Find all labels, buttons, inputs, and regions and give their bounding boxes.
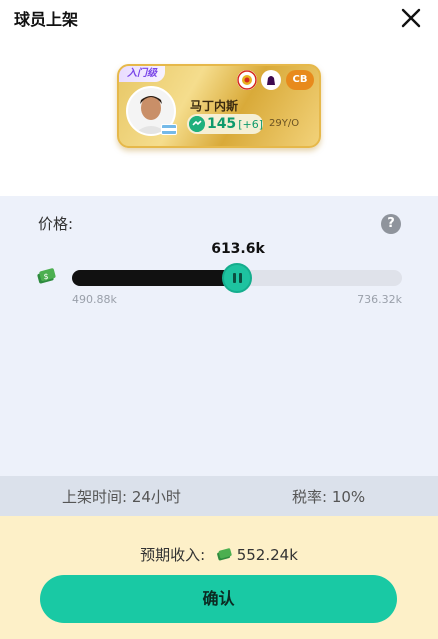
player-age: 29Y/O: [269, 118, 300, 129]
price-slider-thumb[interactable]: [222, 263, 252, 293]
price-label: 价格:: [38, 215, 74, 233]
rating-icon: [189, 116, 205, 132]
rating-delta: [+6]: [238, 117, 263, 131]
svg-text:$: $: [43, 272, 48, 281]
confirm-button[interactable]: 确认: [40, 575, 397, 623]
close-icon[interactable]: [400, 7, 422, 29]
price-slider-fill: [72, 270, 247, 286]
expected-income: 预期收入: 552.24k: [0, 544, 438, 565]
money-icon: [217, 548, 232, 561]
current-price: 613.6k: [211, 241, 265, 257]
dialog-title: 球员上架: [14, 10, 79, 29]
player-rating: 145: [206, 116, 237, 132]
club-crest-icon: [237, 70, 257, 90]
player-card: 入门级 马丁内斯 145 [+6] 29Y/O CB: [117, 64, 321, 148]
price-min: 490.88k: [72, 293, 117, 306]
bottom-section: 预期收入: 552.24k 确认: [0, 516, 438, 639]
help-icon[interactable]: ?: [381, 214, 401, 234]
dialog-header: 球员上架: [0, 0, 438, 38]
price-panel: 价格: ? 613.6k $ 490.88k 736.32k: [0, 196, 438, 476]
listing-info-bar: 上架时间: 24小时 税率: 10%: [0, 476, 438, 516]
league-logo-icon: [261, 70, 281, 90]
position-badge: CB: [286, 70, 314, 90]
level-tag: 入门级: [119, 66, 165, 82]
money-icon: $: [37, 268, 56, 284]
price-slider[interactable]: [72, 263, 402, 293]
player-card-area: 入门级 马丁内斯 145 [+6] 29Y/O CB: [0, 38, 438, 196]
rating-pill: 145 [+6]: [187, 114, 263, 134]
nationality-flag-icon: [161, 124, 177, 135]
listing-duration: 上架时间: 24小时: [62, 488, 181, 506]
tax-rate: 税率: 10%: [292, 488, 366, 506]
expected-income-value: 552.24k: [236, 546, 298, 564]
price-max: 736.32k: [357, 293, 402, 306]
expected-income-label: 预期收入:: [140, 546, 206, 564]
player-name: 马丁内斯: [190, 99, 239, 113]
